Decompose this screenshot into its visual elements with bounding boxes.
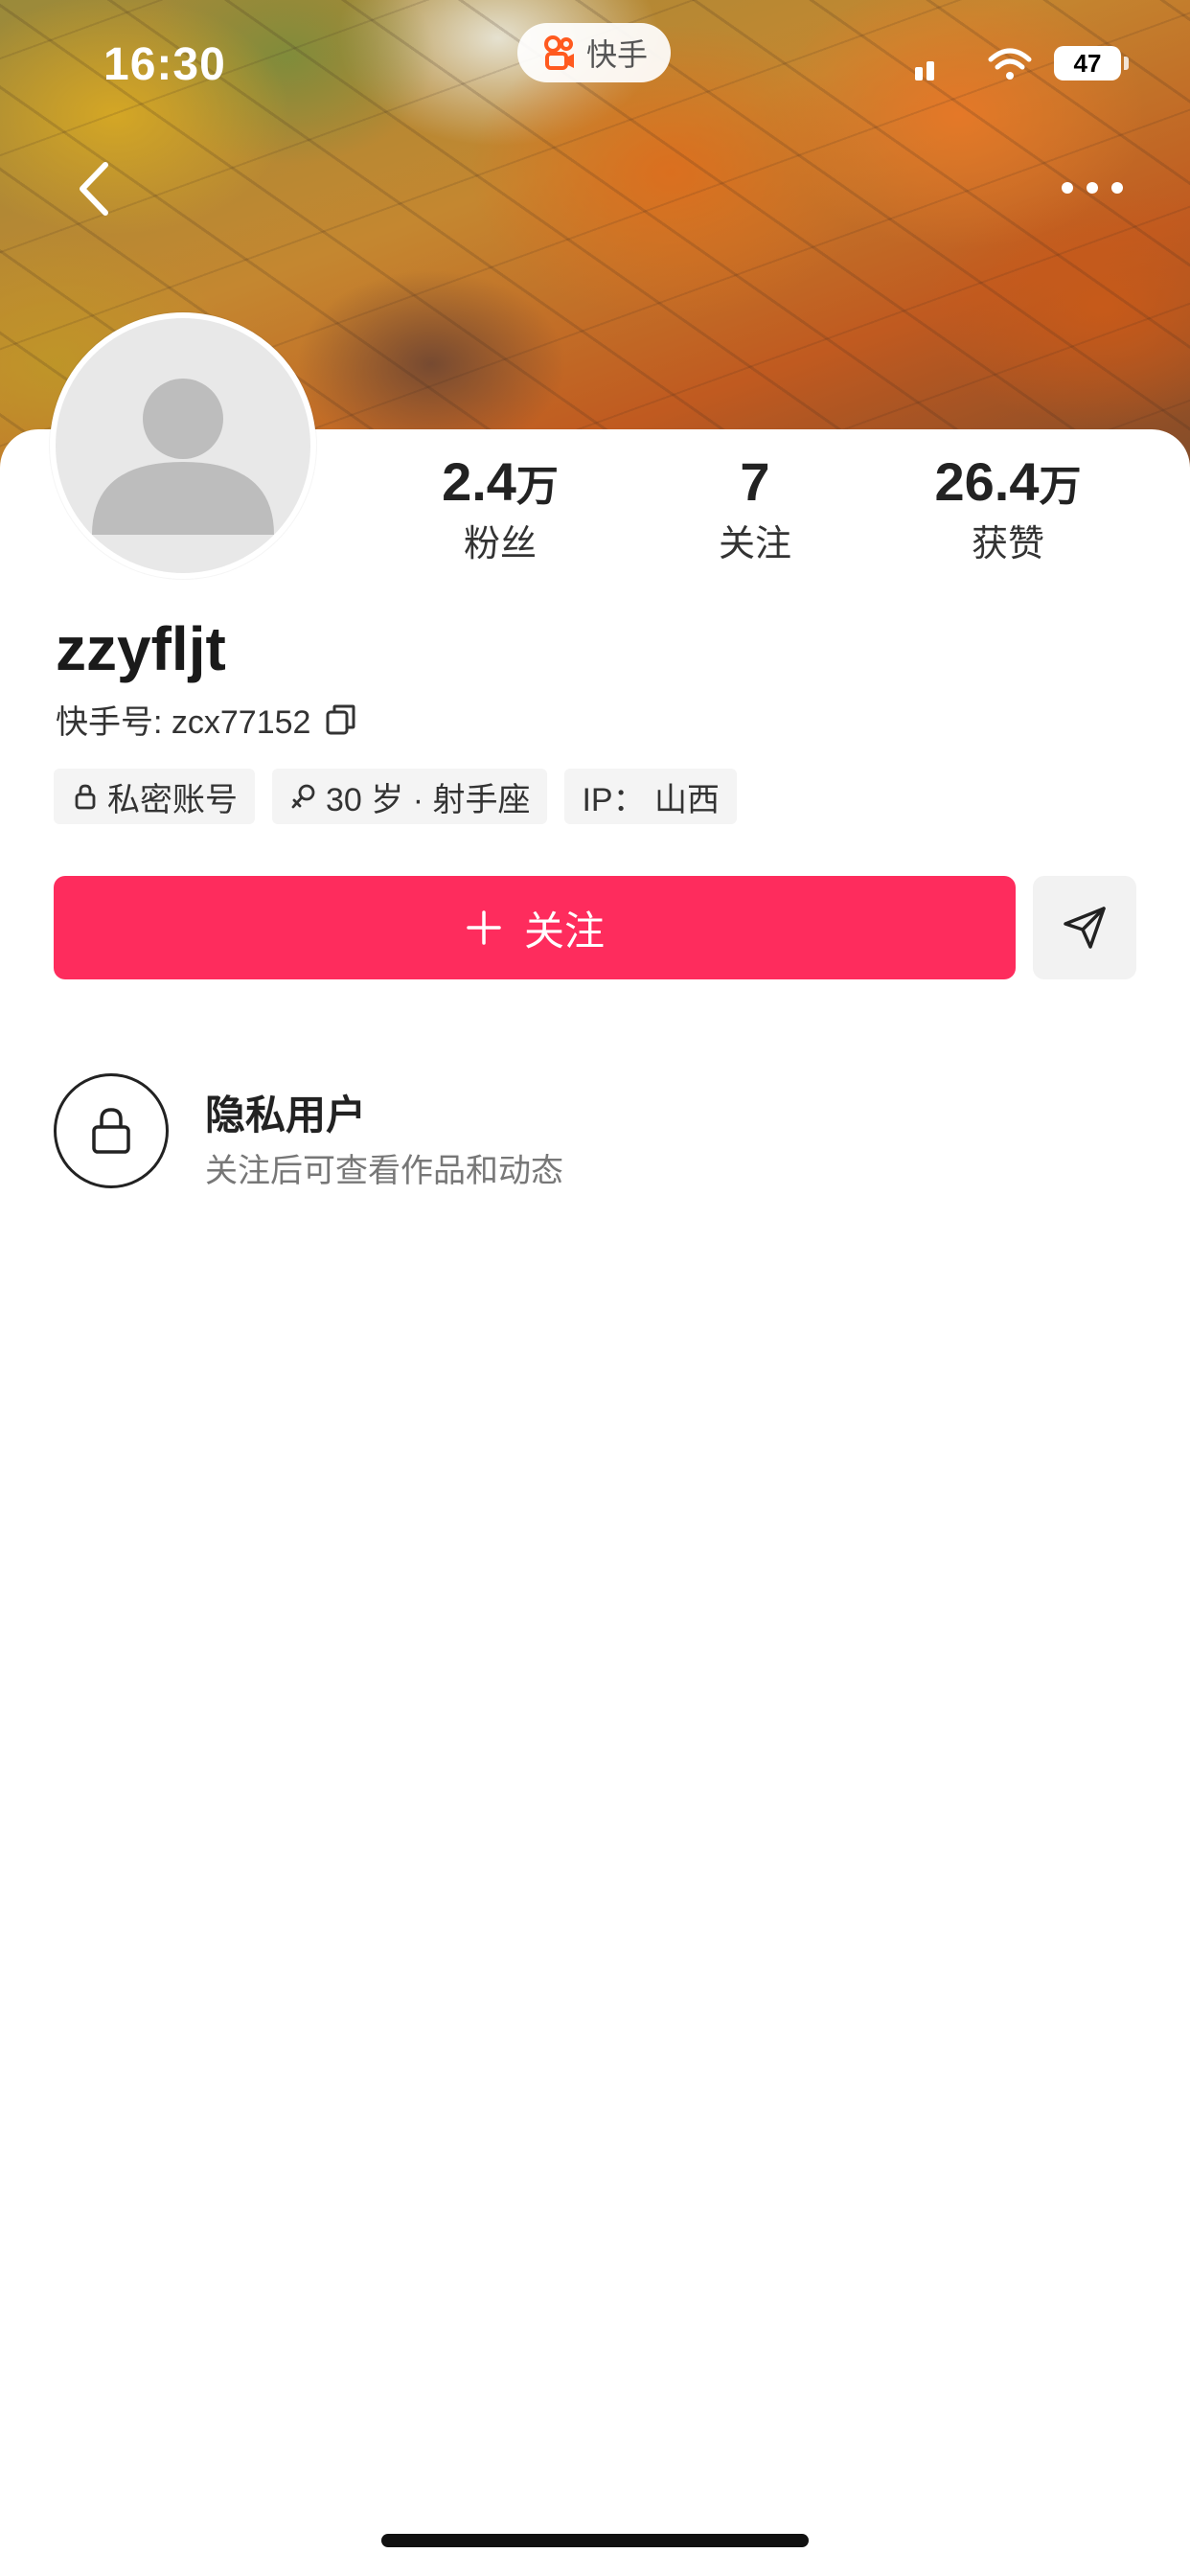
tag-label: 30 岁 · 射手座 xyxy=(326,781,531,818)
avatar[interactable] xyxy=(50,312,316,579)
user-id-row: 快手号: zcx77152 xyxy=(56,696,358,743)
chevron-left-icon xyxy=(80,162,108,216)
private-user-notice: 隐私用户 关注后可查看作品和动态 xyxy=(54,1073,1136,1192)
stat-likes[interactable]: 26.4万 获赞 xyxy=(893,450,1123,568)
lock-icon xyxy=(75,784,96,810)
wifi-icon xyxy=(988,48,1032,80)
stat-label: 粉丝 xyxy=(463,524,537,564)
username: zzyfljt xyxy=(56,614,226,683)
tag-label: IP： 山西 xyxy=(582,781,721,818)
app-indicator[interactable]: 快手 xyxy=(517,23,671,82)
tag-label: 私密账号 xyxy=(107,781,238,818)
private-lock-badge xyxy=(54,1073,169,1188)
plus-icon xyxy=(467,910,501,945)
battery-level: 47 xyxy=(1073,48,1102,78)
signal-icon xyxy=(915,61,934,80)
status-time: 16:30 xyxy=(103,39,226,90)
send-message-button[interactable] xyxy=(1033,876,1136,979)
lock-icon xyxy=(92,1108,130,1154)
stat-value: 7 xyxy=(740,451,770,512)
more-options-button[interactable] xyxy=(1054,161,1131,215)
user-id: 快手号: zcx77152 xyxy=(56,704,311,741)
follow-label: 关注 xyxy=(523,908,605,954)
private-description: 关注后可查看作品和动态 xyxy=(205,1153,563,1189)
private-title: 隐私用户 xyxy=(205,1092,367,1138)
tag-private-account: 私密账号 xyxy=(54,769,255,824)
follow-button[interactable]: 关注 xyxy=(54,876,1016,979)
back-button[interactable] xyxy=(67,155,125,222)
stat-followers[interactable]: 2.4万 粉丝 xyxy=(385,450,615,568)
tag-ip-location: IP： 山西 xyxy=(564,769,738,824)
female-icon xyxy=(291,784,315,809)
stat-label: 获赞 xyxy=(971,524,1044,564)
home-indicator[interactable] xyxy=(381,2534,809,2547)
profile-sheet xyxy=(0,429,1190,2576)
default-avatar-icon xyxy=(92,379,274,535)
stat-label: 关注 xyxy=(718,524,791,564)
app-name: 快手 xyxy=(585,37,648,72)
battery-indicator: 47 xyxy=(1054,46,1129,80)
ellipsis-icon xyxy=(1062,182,1123,194)
copy-icon[interactable] xyxy=(324,702,358,737)
profile-tags: 私密账号 30 岁 · 射手座 IP： 山西 xyxy=(54,769,738,824)
tag-age-zodiac: 30 岁 · 射手座 xyxy=(272,769,548,824)
send-icon xyxy=(1064,907,1106,949)
stat-following[interactable]: 7 关注 xyxy=(640,450,870,568)
stat-value: 26.4万 xyxy=(934,451,1082,512)
status-bar: 16:30 快手 47 xyxy=(0,0,1190,134)
kuaishou-logo-icon xyxy=(543,35,574,70)
stat-value: 2.4万 xyxy=(442,451,559,512)
